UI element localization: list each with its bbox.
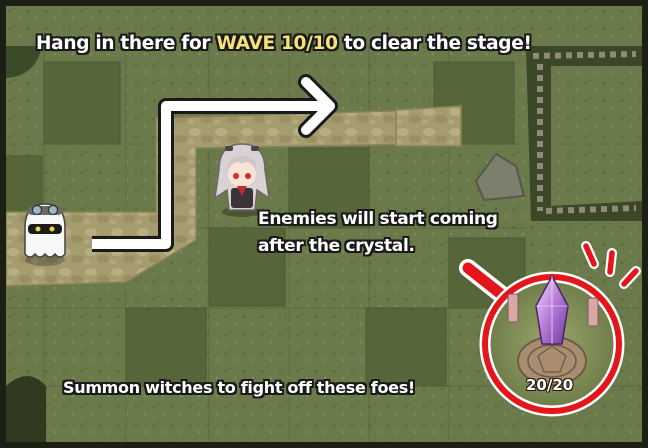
objective-prefix: Hang in there for bbox=[36, 33, 211, 54]
game-screen: Hang in there for WAVE 10/10 to clear th… bbox=[0, 0, 648, 448]
enemy-path-line-2: after the crystal. bbox=[258, 236, 415, 256]
enemy-path-line-1: Enemies will start coming bbox=[258, 209, 498, 229]
objective-caption: Hang in there for WAVE 10/10 to clear th… bbox=[36, 33, 532, 54]
wave-label: WAVE bbox=[216, 33, 275, 54]
summon-caption: Summon witches to fight off these foes! bbox=[63, 378, 415, 397]
enemy-path-caption: Enemies will start coming after the crys… bbox=[258, 206, 498, 260]
objective-suffix: to clear the stage! bbox=[343, 33, 532, 54]
game-board: Hang in there for WAVE 10/10 to clear th… bbox=[6, 6, 642, 442]
wave-count: 10/10 bbox=[280, 33, 338, 54]
crystal-hp-counter: 20/20 bbox=[526, 376, 574, 394]
